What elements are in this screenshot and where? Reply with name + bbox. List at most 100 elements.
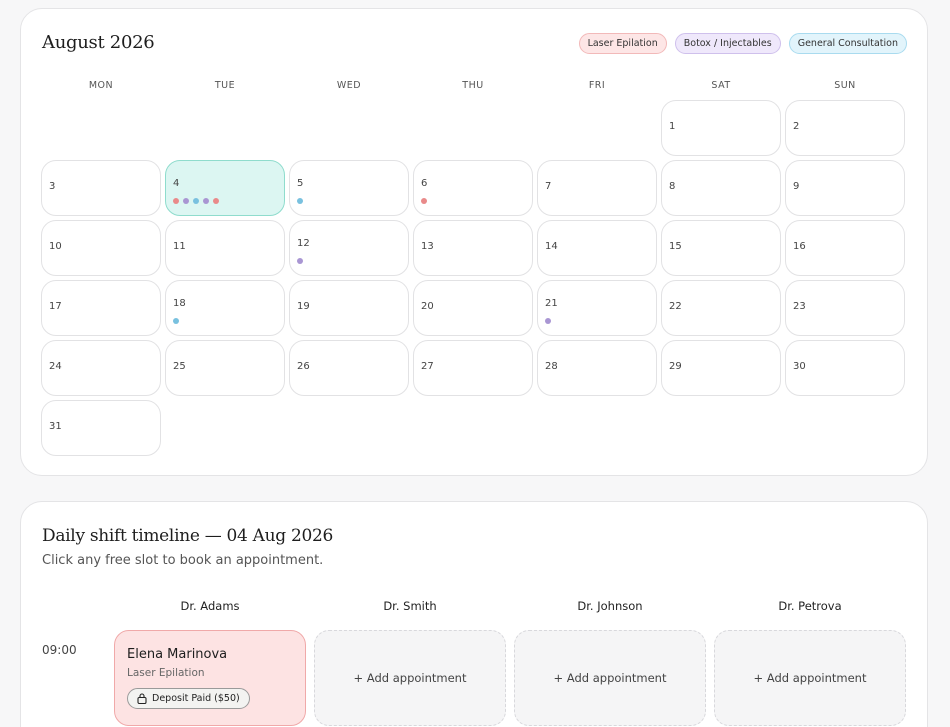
event-dot-laser [173,198,179,204]
calendar-empty-cell [537,100,657,156]
weekday-tue: TUE [214,80,236,91]
deposit-label: Deposit Paid ($50) [152,693,240,704]
slot-row: Elena Marinova Laser Epilation Deposit P… [114,630,907,726]
event-dot-laser [421,198,427,204]
event-dot-consult [193,198,199,204]
day-number: 25 [173,361,186,372]
legend-botox-injectables: Botox / Injectables [674,33,781,54]
calendar-day-2[interactable]: 2 [785,100,905,156]
appointment-card[interactable]: Elena Marinova Laser Epilation Deposit P… [114,630,306,726]
day-number: 10 [49,241,62,252]
doctor-column-johnson: Dr. Johnson [577,599,643,613]
calendar-day-25[interactable]: 25 [165,340,285,396]
add-appointment-label: + Add appointment [553,671,667,685]
event-dot-botox [545,318,551,324]
calendar-day-11[interactable]: 11 [165,220,285,276]
calendar-day-19[interactable]: 19 [289,280,409,336]
doctor-column-smith: Dr. Smith [383,599,437,613]
calendar-day-29[interactable]: 29 [661,340,781,396]
calendar-card: August 2026 Laser Epilation Botox / Inje… [20,8,928,476]
calendar-day-23[interactable]: 23 [785,280,905,336]
calendar-day-4[interactable]: 4 [165,160,285,216]
doctor-column-petrova: Dr. Petrova [778,599,842,613]
calendar-day-28[interactable]: 28 [537,340,657,396]
day-number: 29 [669,361,682,372]
calendar-day-26[interactable]: 26 [289,340,409,396]
day-number: 1 [669,121,676,132]
event-dots [297,198,303,204]
calendar-day-6[interactable]: 6 [413,160,533,216]
legend-laser-epilation: Laser Epilation [578,33,667,54]
event-dots [297,258,303,264]
calendar-day-8[interactable]: 8 [661,160,781,216]
calendar-month-title: August 2026 [42,32,155,53]
patient-name: Elena Marinova [127,647,228,662]
calendar-day-12[interactable]: 12 [289,220,409,276]
calendar-day-14[interactable]: 14 [537,220,657,276]
timeline-title: Daily shift timeline — 04 Aug 2026 [42,526,334,546]
day-number: 31 [49,421,62,432]
day-number: 22 [669,301,682,312]
day-number: 26 [297,361,310,372]
calendar-day-24[interactable]: 24 [41,340,161,396]
day-number: 13 [421,241,434,252]
service-name: Laser Epilation [127,667,205,679]
calendar-day-grid: 1 2 3 4 5 6 7 8 9 10 11 12 13 14 15 16 17 18 19 20 21 22 23 24 2… [41,100,907,456]
calendar-day-1[interactable]: 1 [661,100,781,156]
calendar-day-3[interactable]: 3 [41,160,161,216]
calendar-day-27[interactable]: 27 [413,340,533,396]
calendar-day-20[interactable]: 20 [413,280,533,336]
weekday-fri: FRI [588,80,606,91]
event-dot-laser [213,198,219,204]
event-dot-consult [297,198,303,204]
calendar-day-16[interactable]: 16 [785,220,905,276]
calendar-empty-cell [165,100,285,156]
add-appointment-johnson[interactable]: + Add appointment [514,630,706,726]
event-dots [545,318,551,324]
calendar-day-17[interactable]: 17 [41,280,161,336]
add-appointment-label: + Add appointment [353,671,467,685]
day-number: 30 [793,361,806,372]
day-number: 2 [793,121,800,132]
weekday-thu: THU [462,80,484,91]
day-number: 20 [421,301,434,312]
day-number: 5 [297,178,304,189]
doctor-header-row: Dr. Adams Dr. Smith Dr. Johnson Dr. Petr… [114,599,907,613]
add-appointment-petrova[interactable]: + Add appointment [714,630,906,726]
day-number: 24 [49,361,62,372]
weekday-mon: MON [88,80,114,91]
legend-general-consultation: General Consultation [788,33,907,54]
calendar-empty-cell [413,100,533,156]
add-appointment-label: + Add appointment [753,671,867,685]
day-number: 6 [421,178,428,189]
calendar-day-22[interactable]: 22 [661,280,781,336]
add-appointment-smith[interactable]: + Add appointment [314,630,506,726]
calendar-day-13[interactable]: 13 [413,220,533,276]
calendar-empty-cell [41,100,161,156]
event-dots [421,198,427,204]
calendar-day-15[interactable]: 15 [661,220,781,276]
calendar-day-9[interactable]: 9 [785,160,905,216]
day-number: 7 [545,181,552,192]
time-label: 09:00 [42,643,77,657]
event-dot-botox [203,198,209,204]
weekday-header: MON TUE WED THU FRI SAT SUN [41,80,907,91]
weekday-wed: WED [336,80,362,91]
service-legend: Laser Epilation Botox / Injectables Gene… [578,33,907,54]
event-dots [173,318,179,324]
calendar-day-10[interactable]: 10 [41,220,161,276]
calendar-day-21[interactable]: 21 [537,280,657,336]
calendar-day-7[interactable]: 7 [537,160,657,216]
event-dot-botox [183,198,189,204]
weekday-sun: SUN [834,80,856,91]
day-number: 9 [793,181,800,192]
timeline-card: Daily shift timeline — 04 Aug 2026 Click… [20,501,928,727]
day-number: 23 [793,301,806,312]
day-number: 11 [173,241,186,252]
calendar-day-30[interactable]: 30 [785,340,905,396]
calendar-day-31[interactable]: 31 [41,400,161,456]
day-number: 17 [49,301,62,312]
day-number: 3 [49,181,56,192]
calendar-day-5[interactable]: 5 [289,160,409,216]
calendar-day-18[interactable]: 18 [165,280,285,336]
